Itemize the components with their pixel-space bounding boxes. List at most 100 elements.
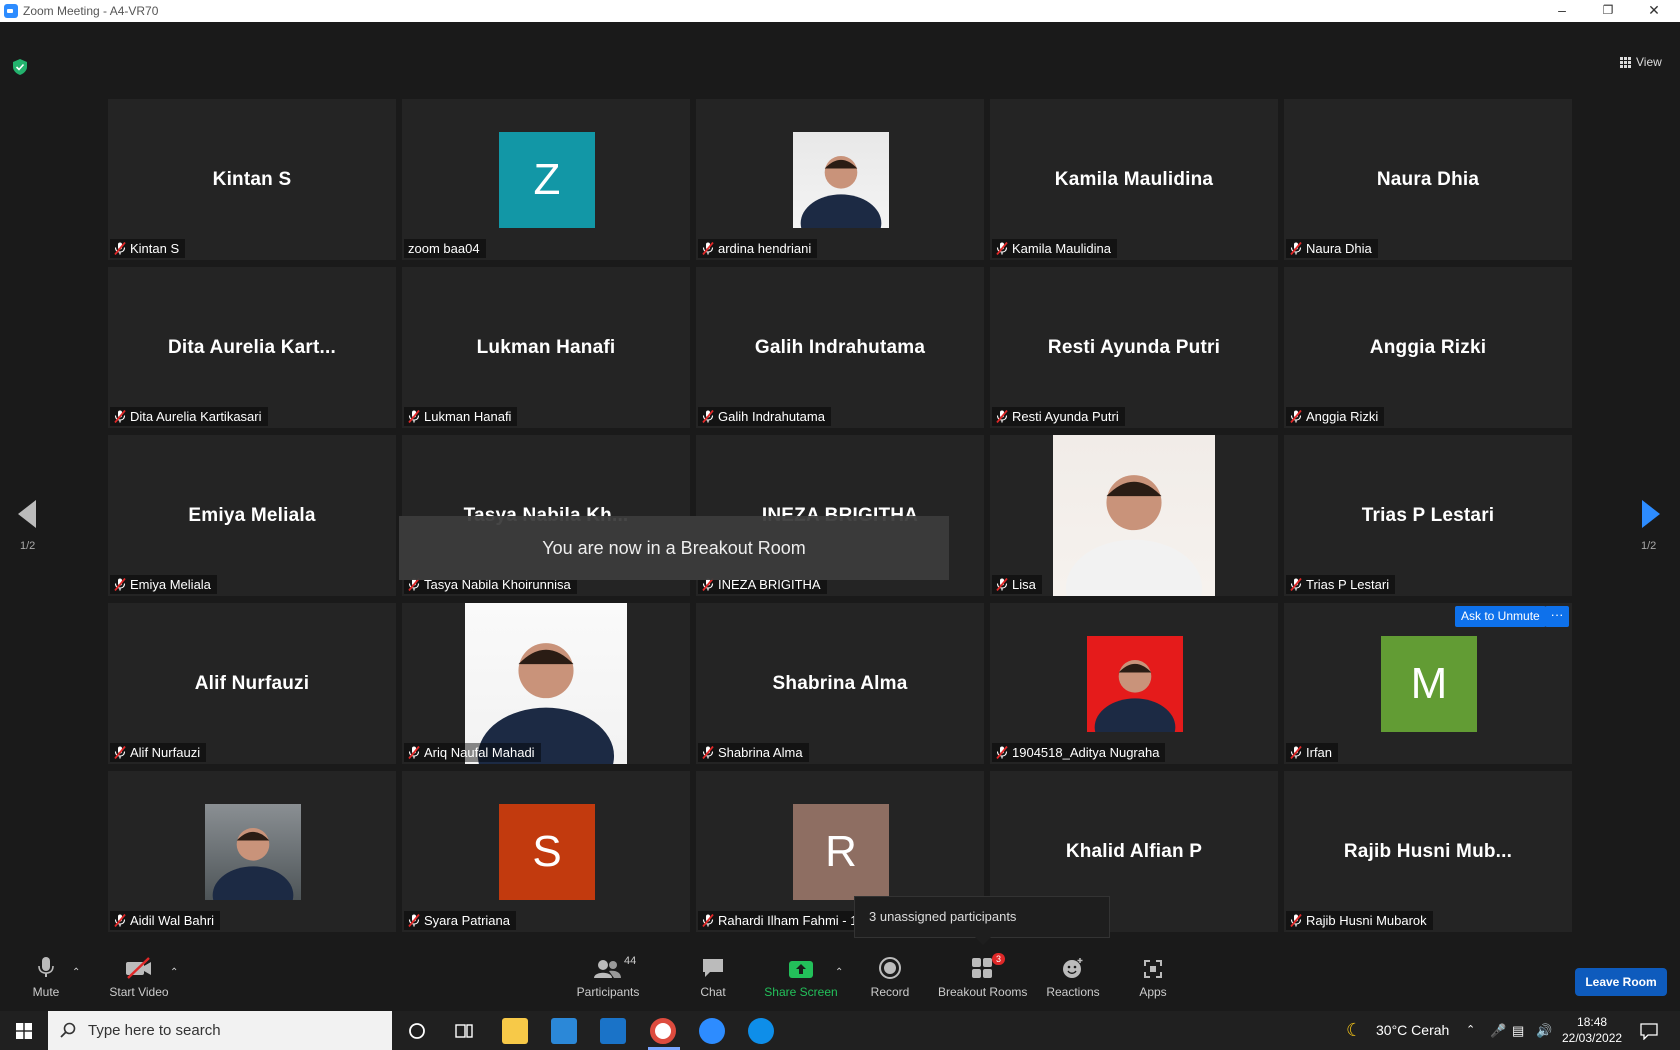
share-screen-icon (789, 961, 813, 978)
notifications-icon[interactable] (1640, 1022, 1658, 1040)
participant-photo (793, 132, 889, 228)
participant-tile[interactable]: Emiya Meliala Emiya Meliala (108, 435, 396, 596)
participant-tile[interactable]: ardina hendriani (696, 99, 984, 260)
participant-tile[interactable]: Lukman Hanafi Lukman Hanafi (402, 267, 690, 428)
participant-label-text: Lukman Hanafi (424, 409, 512, 424)
participant-label-text: Dita Aurelia Kartikasari (130, 409, 262, 424)
participant-label-text: zoom baa04 (408, 241, 480, 256)
muted-mic-icon (702, 242, 714, 255)
participant-photo (205, 804, 301, 900)
participant-tile[interactable]: Aidil Wal Bahri (108, 771, 396, 932)
participant-tile[interactable]: Shabrina Alma Shabrina Alma (696, 603, 984, 764)
chat-icon (703, 959, 723, 977)
participant-name-label: Emiya Meliala (110, 575, 217, 594)
encryption-shield-icon[interactable] (13, 59, 27, 75)
participant-display-name: Emiya Meliala (188, 505, 316, 526)
mute-button[interactable]: Mute (22, 945, 70, 1011)
zoom-taskbar-icon[interactable] (699, 1018, 725, 1044)
weather-text[interactable]: 30°C Cerah (1376, 1011, 1449, 1050)
share-options-caret-icon[interactable]: ⌃ (835, 967, 843, 978)
participants-button[interactable]: 44 Participants (572, 945, 644, 1011)
show-hidden-icons-icon[interactable]: ⌃ (1466, 1011, 1475, 1050)
minimize-icon[interactable]: – (1540, 0, 1584, 22)
participant-tile[interactable]: M Irfan (1284, 603, 1572, 764)
participant-name-label: Anggia Rizki (1286, 407, 1385, 426)
participant-tile[interactable]: Dita Aurelia Kart... Dita Aurelia Kartika… (108, 267, 396, 428)
muted-mic-icon (996, 746, 1008, 759)
leave-room-button[interactable]: Leave Room (1575, 968, 1667, 996)
muted-mic-icon (996, 410, 1008, 423)
next-page-arrow-icon[interactable] (1642, 500, 1660, 528)
close-icon[interactable]: ✕ (1632, 0, 1676, 22)
mail-icon[interactable] (600, 1018, 626, 1044)
breakout-rooms-button[interactable]: 3 Breakout Rooms (938, 945, 1027, 1011)
system-clock[interactable]: 18:48 22/03/2022 (1562, 1014, 1622, 1046)
more-options-button[interactable]: ··· (1545, 606, 1569, 627)
muted-mic-icon (408, 410, 420, 423)
task-view-icon[interactable] (455, 1022, 473, 1040)
participant-tile[interactable]: Kintan S Kintan S (108, 99, 396, 260)
view-button[interactable]: View (1620, 55, 1662, 69)
reactions-button[interactable]: Reactions (1046, 945, 1100, 1011)
apps-button[interactable]: Apps (1138, 945, 1168, 1011)
participant-tile[interactable]: Alif Nurfauzi Alif Nurfauzi (108, 603, 396, 764)
microsoft-store-icon[interactable] (551, 1018, 577, 1044)
volume-icon[interactable]: 🔊 (1536, 1011, 1552, 1050)
participant-tile[interactable]: S Syara Patriana (402, 771, 690, 932)
participant-display-name: Anggia Rizki (1369, 337, 1487, 358)
teamviewer-icon[interactable] (748, 1018, 774, 1044)
muted-mic-icon (996, 578, 1008, 591)
windows-start-icon[interactable] (16, 1023, 32, 1039)
weather-moon-icon: ☾ (1346, 1020, 1363, 1040)
ask-to-unmute-button[interactable]: Ask to Unmute (1455, 606, 1546, 627)
participant-tile[interactable]: Rajib Husni Mub... Rajib Husni Mubarok (1284, 771, 1572, 932)
restore-icon[interactable]: ❐ (1586, 0, 1630, 22)
chat-button[interactable]: Chat (690, 945, 736, 1011)
participant-name-label: Kintan S (110, 239, 186, 258)
participant-tile[interactable]: Ariq Naufal Mahadi (402, 603, 690, 764)
participant-label-text: 1904518_Aditya Nugraha (1012, 745, 1160, 760)
participant-name-label: Dita Aurelia Kartikasari (110, 407, 268, 426)
cortana-icon[interactable] (408, 1022, 426, 1040)
participant-tile[interactable]: Resti Ayunda Putri Resti Ayunda Putri (990, 267, 1278, 428)
window-title: Zoom Meeting - A4-VR70 (23, 4, 159, 18)
previous-page-arrow-icon[interactable] (18, 500, 36, 528)
participant-name-label: 1904518_Aditya Nugraha (992, 743, 1166, 762)
participant-display-name: Alif Nurfauzi (194, 673, 310, 694)
record-label: Record (870, 985, 910, 999)
audio-options-caret-icon[interactable]: ⌃ (72, 967, 80, 978)
breakout-rooms-badge: 3 (992, 953, 1006, 965)
muted-mic-icon (114, 746, 126, 759)
participant-tile[interactable]: Lisa (990, 435, 1278, 596)
participant-tile[interactable]: Kamila Maulidina Kamila Maulidina (990, 99, 1278, 260)
breakout-room-toast: You are now in a Breakout Room (399, 516, 949, 580)
share-screen-label: Share Screen (764, 985, 838, 999)
microphone-icon (38, 957, 54, 977)
participant-name-label: zoom baa04 (404, 239, 486, 258)
participant-tile[interactable]: Trias P Lestari Trias P Lestari (1284, 435, 1572, 596)
muted-mic-icon (114, 914, 126, 927)
muted-mic-icon (1290, 410, 1302, 423)
search-placeholder: Type here to search (88, 1022, 221, 1039)
reactions-icon (1063, 958, 1083, 978)
mute-label: Mute (32, 985, 60, 999)
chrome-icon[interactable] (650, 1018, 676, 1044)
muted-mic-icon (114, 578, 126, 591)
record-button[interactable]: Record (868, 945, 912, 1011)
participant-display-name: Rajib Husni Mub... (1343, 841, 1513, 862)
participant-label-text: Naura Dhia (1306, 241, 1372, 256)
taskbar-search-input[interactable]: Type here to search (48, 1011, 392, 1050)
participant-tile[interactable]: Zzoom baa04 (402, 99, 690, 260)
participant-tile[interactable]: Naura Dhia Naura Dhia (1284, 99, 1572, 260)
participant-tile[interactable]: Galih Indrahutama Galih Indrahutama (696, 267, 984, 428)
participant-tile[interactable]: 1904518_Aditya Nugraha (990, 603, 1278, 764)
participant-label-text: Lisa (1012, 577, 1036, 592)
video-options-caret-icon[interactable]: ⌃ (170, 967, 178, 978)
file-explorer-icon[interactable] (502, 1018, 528, 1044)
participant-tile[interactable]: Anggia Rizki Anggia Rizki (1284, 267, 1572, 428)
start-video-button[interactable]: Start Video (104, 945, 174, 1011)
participant-name-label: Aidil Wal Bahri (110, 911, 221, 930)
network-icon[interactable]: ▤ (1512, 1011, 1524, 1050)
tray-microphone-icon: 🎤 (1490, 1023, 1507, 1038)
share-screen-button[interactable]: Share Screen (762, 945, 840, 1011)
